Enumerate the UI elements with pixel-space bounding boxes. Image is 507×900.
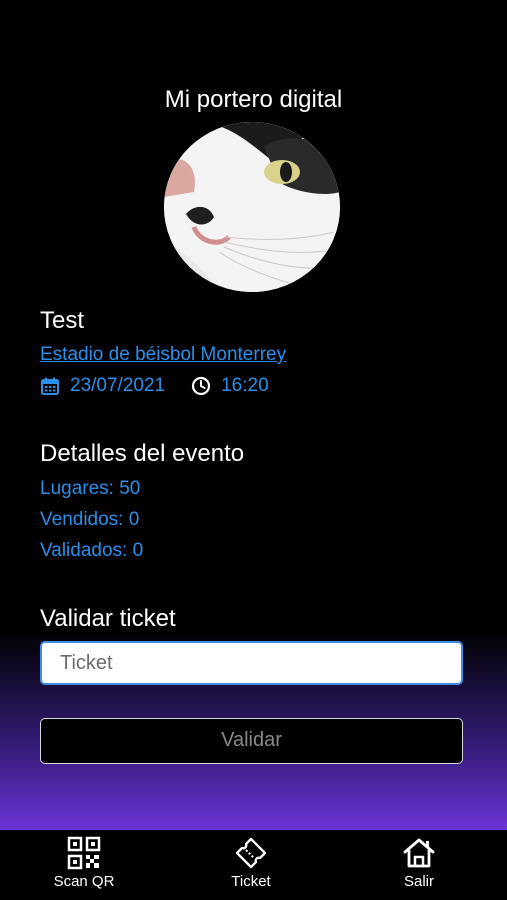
sold-count: Vendidos: 0: [40, 509, 140, 530]
event-name: Test: [40, 307, 85, 334]
cat-photo: [164, 122, 340, 292]
validated-count: Validados: 0: [40, 540, 144, 561]
bottom-tab-bar: Scan QR Ticket Salir: [0, 830, 507, 900]
venue-link[interactable]: Estadio de béisbol Monterrey: [40, 344, 286, 366]
clock-icon: [191, 376, 211, 396]
app-screen: Mi portero digital Test Estadio de béisb…: [0, 0, 507, 830]
page-title: Mi portero digital: [164, 86, 343, 113]
tab-salir[interactable]: Salir: [359, 830, 479, 900]
calendar-icon: [40, 376, 60, 396]
event-avatar: [164, 122, 340, 292]
validate-title: Validar ticket: [40, 605, 176, 632]
qr-code-icon: [24, 836, 144, 870]
ticket-input[interactable]: [40, 641, 463, 685]
event-date: 23/07/2021: [70, 375, 166, 396]
event-datetime: 23/07/2021 16:20: [40, 374, 269, 398]
tab-label-scan-qr: Scan QR: [53, 873, 115, 890]
tab-label-salir: Salir: [403, 873, 434, 890]
home-icon: [359, 836, 479, 870]
tab-label-ticket: Ticket: [231, 873, 271, 890]
tab-scan-qr[interactable]: Scan QR: [24, 830, 144, 900]
places-count: Lugares: 50: [40, 478, 141, 499]
validate-button[interactable]: Validar: [40, 718, 463, 764]
details-title: Detalles del evento: [40, 440, 245, 467]
event-time: 16:20: [221, 375, 269, 396]
ticket-icon: [191, 836, 311, 870]
tab-ticket[interactable]: Ticket: [191, 830, 311, 900]
